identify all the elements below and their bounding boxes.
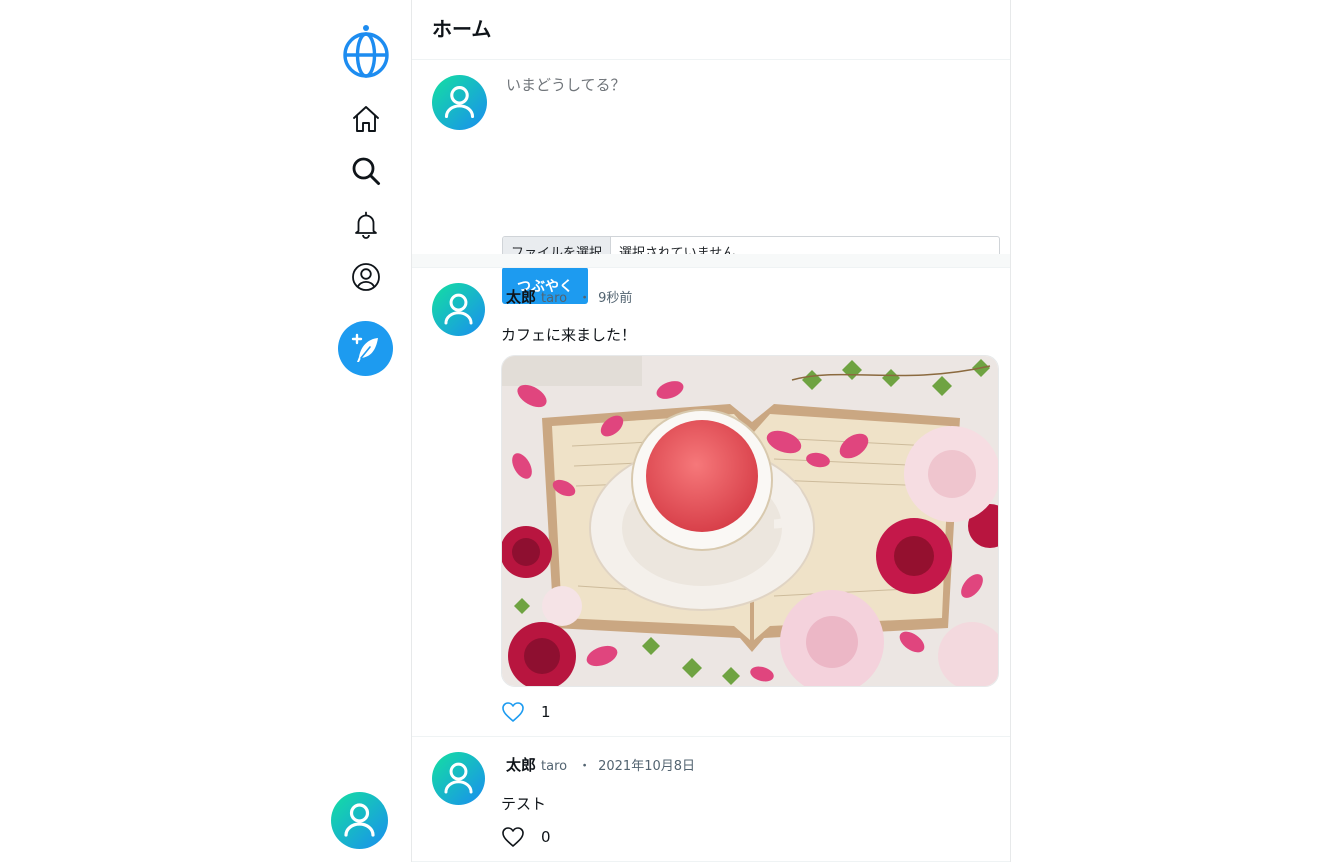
page-title: ホーム	[432, 17, 492, 41]
tweet-composer: ファイルを選択 選択されていません つぶやく	[412, 60, 1010, 304]
like-count: 0	[541, 828, 551, 846]
like-count: 1	[541, 703, 551, 721]
like-button[interactable]	[501, 701, 525, 723]
meta-separator: ・	[578, 759, 592, 774]
feather-plus-icon	[351, 333, 378, 362]
account-avatar[interactable]	[331, 792, 388, 849]
nav-search-button[interactable]	[346, 151, 386, 191]
post-author-handle: taro	[541, 291, 568, 306]
post-timestamp: 9秒前	[598, 291, 633, 306]
nav-profile-button[interactable]	[346, 257, 386, 297]
tweet-card: 太郎 taro ・ 9秒前 カフェに来ました！ 1	[412, 269, 1010, 737]
post-text: カフェに来ました！	[501, 326, 637, 344]
home-icon	[353, 106, 379, 132]
like-row: 0	[501, 826, 551, 848]
like-button[interactable]	[501, 826, 525, 848]
post-text: テスト	[501, 795, 547, 813]
heart-outline-icon	[502, 827, 524, 847]
timeline: ホーム ファイルを選択 選択されていません つぶやく 太郎	[411, 0, 1011, 862]
meta-separator: ・	[578, 291, 592, 306]
post-avatar[interactable]	[432, 752, 485, 805]
post-author-name[interactable]: 太郎	[506, 754, 536, 775]
nav-home-button[interactable]	[346, 99, 386, 139]
composer-avatar	[432, 75, 487, 130]
post-meta: 太郎 taro ・ 2021年10月8日	[506, 754, 695, 775]
compose-tweet-button[interactable]	[338, 321, 393, 376]
sidebar	[320, 0, 411, 862]
like-row: 1	[501, 701, 551, 723]
bell-icon	[355, 211, 377, 239]
post-author-name[interactable]: 太郎	[506, 286, 536, 307]
post-timestamp: 2021年10月8日	[598, 759, 696, 774]
post-avatar[interactable]	[432, 283, 485, 336]
tweet-textarea[interactable]	[502, 72, 1000, 222]
post-author-handle: taro	[541, 759, 568, 774]
nav-notifications-button[interactable]	[346, 204, 386, 244]
globe-logo-icon[interactable]	[342, 24, 390, 80]
post-image-tea-cup-with-roses[interactable]	[501, 355, 999, 687]
tweet-card: 太郎 taro ・ 2021年10月8日 テスト 0	[412, 737, 1010, 862]
heart-icon	[502, 702, 524, 722]
search-icon	[352, 157, 380, 185]
section-divider	[412, 254, 1010, 268]
post-meta: 太郎 taro ・ 9秒前	[506, 286, 632, 307]
timeline-header: ホーム	[412, 0, 1010, 60]
profile-icon	[352, 263, 380, 291]
